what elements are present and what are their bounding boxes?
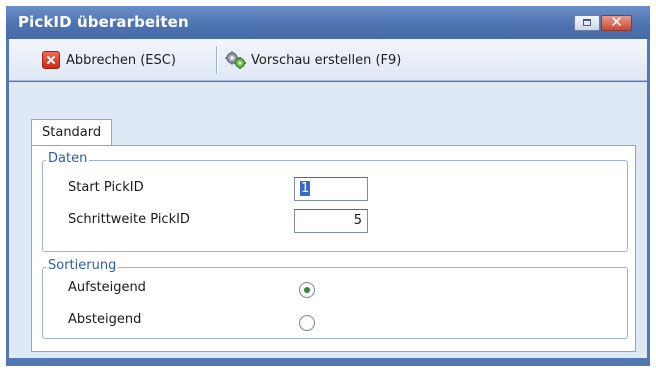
descending-label: Absteigend bbox=[68, 312, 142, 327]
start-pickid-input[interactable]: 1 bbox=[294, 177, 368, 201]
cancel-x-icon bbox=[42, 51, 60, 69]
sortierung-legend: Sortierung bbox=[46, 258, 119, 273]
daten-group: Daten Start PickID 1 Schrittweite PickID… bbox=[42, 151, 628, 252]
gears-icon bbox=[225, 50, 247, 70]
cancel-button-label: Abbrechen (ESC) bbox=[66, 52, 176, 68]
step-pickid-input[interactable]: 5 bbox=[294, 209, 368, 233]
create-preview-label: Vorschau erstellen (F9) bbox=[251, 52, 402, 68]
start-pickid-value: 1 bbox=[300, 181, 311, 196]
ascending-radio[interactable] bbox=[299, 282, 315, 298]
tab-standard[interactable]: Standard bbox=[31, 119, 113, 145]
close-button[interactable]: ✕ bbox=[601, 13, 632, 31]
restore-button[interactable] bbox=[574, 15, 600, 31]
window-title: PickID überarbeiten bbox=[18, 13, 189, 31]
create-preview-button[interactable]: Vorschau erstellen (F9) bbox=[225, 48, 401, 72]
tab-panel-standard: Daten Start PickID 1 Schrittweite PickID… bbox=[31, 145, 636, 352]
toolbar-separator bbox=[216, 46, 217, 74]
daten-legend: Daten bbox=[46, 151, 90, 166]
close-icon: ✕ bbox=[610, 13, 623, 31]
dialog-body: Standard Daten Start PickID 1 Schrittwei… bbox=[9, 82, 647, 358]
restore-icon bbox=[583, 19, 591, 26]
title-bar[interactable]: PickID überarbeiten ✕ bbox=[6, 6, 650, 39]
sortierung-group: Sortierung Aufsteigend Absteigend bbox=[42, 258, 628, 339]
dialog-window: PickID überarbeiten ✕ Abbrechen (ESC) Vo… bbox=[6, 6, 650, 366]
ascending-label: Aufsteigend bbox=[68, 280, 146, 295]
step-pickid-label: Schrittweite PickID bbox=[68, 212, 190, 227]
descending-radio[interactable] bbox=[299, 315, 315, 331]
start-pickid-label: Start PickID bbox=[68, 180, 144, 195]
cancel-button[interactable]: Abbrechen (ESC) bbox=[42, 48, 176, 72]
toolbar: Abbrechen (ESC) Vorschau erstellen (F9) bbox=[9, 39, 647, 81]
